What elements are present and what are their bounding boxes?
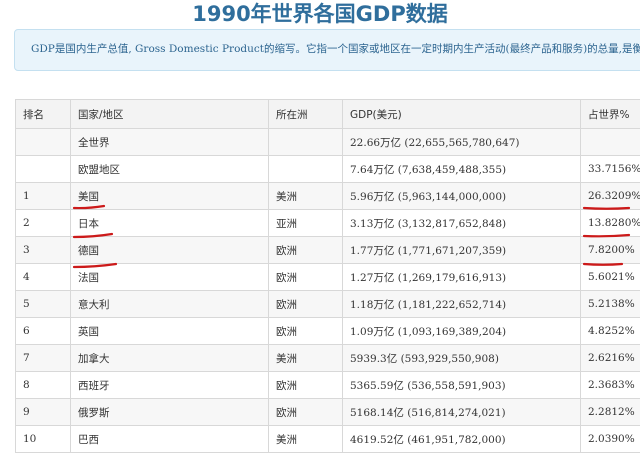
column-header-gdp[interactable]: GDP(美元) — [342, 99, 581, 129]
cell-rank — [15, 155, 71, 183]
cell-continent: 欧洲 — [268, 236, 343, 264]
cell-share — [580, 128, 640, 156]
table-row: 4 法国 欧洲 1.27万亿 (1,269,179,616,913) 5.6021% — [15, 263, 640, 291]
cell-gdp: 5939.3亿 (593,929,550,908) — [342, 344, 581, 372]
cell-country: 美国 — [70, 182, 269, 210]
cell-continent: 欧洲 — [268, 290, 343, 318]
cell-gdp: 5365.59亿 (536,558,591,903) — [342, 371, 581, 399]
cell-share: 5.2138% — [580, 290, 640, 318]
cell-rank: 5 — [15, 290, 71, 318]
cell-share: 2.3683% — [580, 371, 640, 399]
cell-country: 巴西 — [70, 425, 269, 453]
cell-share: 2.6216% — [580, 344, 640, 372]
table-row: 10 巴西 美洲 4619.52亿 (461,951,782,000) 2.0390% — [15, 425, 640, 453]
cell-gdp: 22.66万亿 (22,655,565,780,647) — [342, 128, 581, 156]
column-header-rank[interactable]: 排名 — [15, 99, 71, 129]
cell-rank: 10 — [15, 425, 71, 453]
cell-rank: 3 — [15, 236, 71, 264]
cell-gdp: 1.18万亿 (1,181,222,652,714) — [342, 290, 581, 318]
cell-rank: 1 — [15, 182, 71, 210]
cell-rank: 7 — [15, 344, 71, 372]
cell-country: 法国 — [70, 263, 269, 291]
table-row: 7 加拿大 美洲 5939.3亿 (593,929,550,908) 2.6216% — [15, 344, 640, 372]
table-header-row: 排名 国家/地区 所在洲 GDP(美元) 占世界% — [15, 99, 640, 129]
cell-gdp: 5168.14亿 (516,814,274,021) — [342, 398, 581, 426]
column-header-share[interactable]: 占世界% — [580, 99, 640, 129]
cell-rank: 6 — [15, 317, 71, 345]
column-header-continent[interactable]: 所在洲 — [268, 99, 343, 129]
cell-gdp: 1.27万亿 (1,269,179,616,913) — [342, 263, 581, 291]
cell-rank: 4 — [15, 263, 71, 291]
cell-gdp: 7.64万亿 (7,638,459,488,355) — [342, 155, 581, 183]
cell-country: 欧盟地区 — [70, 155, 269, 183]
table-body: 全世界 22.66万亿 (22,655,565,780,647) 欧盟地区 7.64万… — [15, 128, 640, 453]
cell-rank — [15, 128, 71, 156]
cell-continent: 欧洲 — [268, 263, 343, 291]
cell-share: 7.8200% — [580, 236, 640, 264]
cell-share: 33.7156% — [580, 155, 640, 183]
cell-country: 意大利 — [70, 290, 269, 318]
cell-country: 西班牙 — [70, 371, 269, 399]
cell-share: 26.3209% — [580, 182, 640, 210]
cell-country: 俄罗斯 — [70, 398, 269, 426]
cell-continent: 欧洲 — [268, 398, 343, 426]
cell-country: 加拿大 — [70, 344, 269, 372]
cell-gdp: 3.13万亿 (3,132,817,652,848) — [342, 209, 581, 237]
cell-country: 日本 — [70, 209, 269, 237]
cell-country: 全世界 — [70, 128, 269, 156]
cell-gdp: 1.77万亿 (1,771,671,207,359) — [342, 236, 581, 264]
cell-continent: 美洲 — [268, 425, 343, 453]
table-row: 9 俄罗斯 欧洲 5168.14亿 (516,814,274,021) 2.2812% — [15, 398, 640, 426]
table-row: 2 日本 亚洲 3.13万亿 (3,132,817,652,848) 13.8280% — [15, 209, 640, 237]
cell-share: 5.6021% — [580, 263, 640, 291]
page-title: 1990年世界各国GDP数据 — [192, 2, 448, 26]
cell-share: 13.8280% — [580, 209, 640, 237]
table-row: 6 英国 欧洲 1.09万亿 (1,093,169,389,204) 4.8252% — [15, 317, 640, 345]
table-row: 8 西班牙 欧洲 5365.59亿 (536,558,591,903) 2.3683% — [15, 371, 640, 399]
table-row: 5 意大利 欧洲 1.18万亿 (1,181,222,652,714) 5.2138% — [15, 290, 640, 318]
gdp-table: 排名 国家/地区 所在洲 GDP(美元) 占世界% 全世界 22.66万亿 (22… — [15, 99, 640, 453]
intro-text: GDP是国内生产总值, Gross Domestic Product的缩写。它指… — [31, 43, 640, 55]
cell-rank: 9 — [15, 398, 71, 426]
cell-share: 2.0390% — [580, 425, 640, 453]
cell-share: 4.8252% — [580, 317, 640, 345]
cell-continent — [268, 155, 343, 183]
cell-continent: 亚洲 — [268, 209, 343, 237]
cell-gdp: 5.96万亿 (5,963,144,000,000) — [342, 182, 581, 210]
cell-gdp: 1.09万亿 (1,093,169,389,204) — [342, 317, 581, 345]
cell-gdp: 4619.52亿 (461,951,782,000) — [342, 425, 581, 453]
cell-country: 德国 — [70, 236, 269, 264]
table-row: 全世界 22.66万亿 (22,655,565,780,647) — [15, 128, 640, 156]
table-row: 1 美国 美洲 5.96万亿 (5,963,144,000,000) 26.3209% — [15, 182, 640, 210]
cell-continent: 欧洲 — [268, 317, 343, 345]
intro-box: GDP是国内生产总值, Gross Domestic Product的缩写。它指… — [14, 29, 640, 71]
cell-rank: 2 — [15, 209, 71, 237]
cell-share: 2.2812% — [580, 398, 640, 426]
cell-rank: 8 — [15, 371, 71, 399]
table-row: 3 德国 欧洲 1.77万亿 (1,771,671,207,359) 7.8200% — [15, 236, 640, 264]
table-row: 欧盟地区 7.64万亿 (7,638,459,488,355) 33.7156% — [15, 155, 640, 183]
cell-continent: 欧洲 — [268, 371, 343, 399]
cell-continent: 美洲 — [268, 344, 343, 372]
column-header-country[interactable]: 国家/地区 — [70, 99, 269, 129]
cell-continent: 美洲 — [268, 182, 343, 210]
cell-country: 英国 — [70, 317, 269, 345]
cell-continent — [268, 128, 343, 156]
